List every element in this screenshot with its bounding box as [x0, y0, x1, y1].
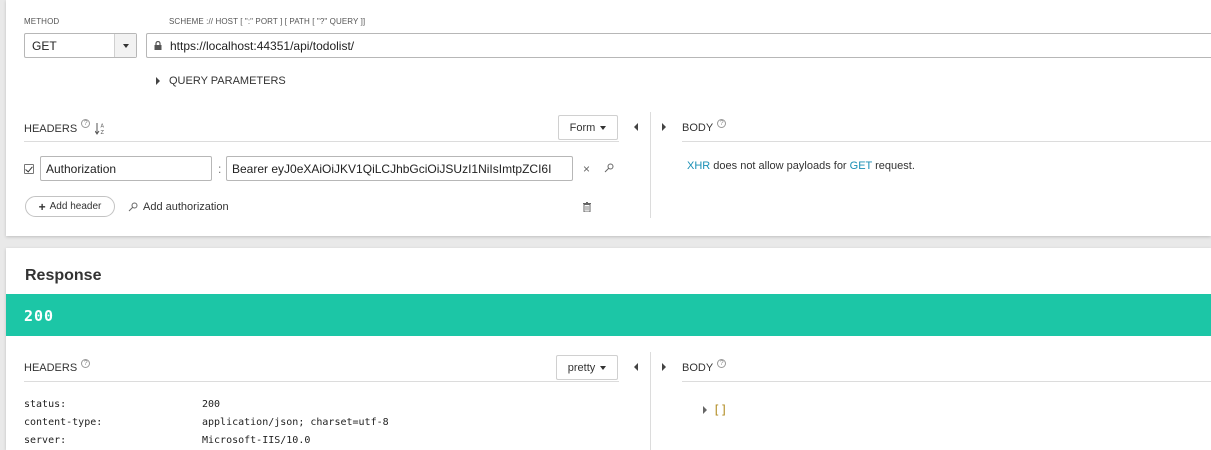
request-body-heading: BODY ? — [682, 118, 727, 134]
panel-splitter[interactable] — [650, 112, 651, 218]
response-body-label: BODY — [682, 362, 714, 374]
add-header-label: Add header — [49, 201, 102, 212]
help-icon[interactable]: ? — [81, 119, 91, 128]
response-header-key: content-type: — [24, 417, 103, 428]
chevron-down-icon — [123, 44, 129, 48]
pretty-mode-button[interactable]: pretty — [556, 355, 618, 380]
header-separator: : — [218, 162, 222, 176]
header-value-input[interactable]: Bearer eyJ0eXAiOiJKV1QiLCJhbGciOiJSUzI1N… — [226, 156, 573, 181]
request-headers-label: HEADERS — [24, 122, 78, 135]
header-name-value: Authorization — [46, 162, 117, 176]
sort-icon[interactable]: A Z — [95, 122, 106, 135]
response-body-heading: BODY ? — [682, 358, 727, 374]
body-message-end: request. — [872, 160, 915, 172]
chevron-down-icon — [600, 126, 607, 130]
collapse-right-icon[interactable] — [662, 363, 666, 371]
panel-splitter[interactable] — [650, 352, 651, 450]
response-header-value: 200 — [202, 399, 221, 410]
add-authorization-label: Add authorization — [143, 201, 229, 213]
form-mode-button[interactable]: Form — [558, 115, 618, 140]
add-header-button[interactable]: + Add header — [25, 196, 115, 217]
key-icon — [128, 202, 138, 212]
body-not-allowed-message: XHR does not allow payloads for GET requ… — [687, 160, 915, 172]
method-select[interactable]: GET — [24, 33, 137, 58]
url-label: SCHEME :// HOST [ ":" PORT ] [ PATH [ "?… — [169, 17, 366, 26]
collapse-left-icon[interactable] — [634, 123, 638, 131]
help-icon[interactable]: ? — [717, 118, 727, 128]
divider — [682, 141, 1211, 142]
url-input[interactable]: https://localhost:44351/api/todolist/ — [146, 33, 1211, 58]
request-body-label: BODY — [682, 122, 714, 134]
method-link[interactable]: GET — [850, 160, 872, 172]
lock-icon — [154, 41, 162, 50]
header-name-input[interactable]: Authorization — [40, 156, 212, 181]
svg-text:Z: Z — [101, 130, 105, 135]
xhr-link[interactable]: XHR — [687, 160, 710, 172]
json-array-value: [] — [713, 403, 728, 417]
body-message-middle: does not allow payloads for — [710, 160, 850, 172]
status-bar: 200 — [6, 294, 1211, 336]
json-tree-node[interactable]: [] — [703, 403, 727, 417]
response-header-value: application/json; charset=utf-8 — [202, 417, 389, 428]
divider — [24, 141, 619, 142]
key-icon[interactable] — [604, 163, 614, 173]
collapse-left-icon[interactable] — [634, 363, 638, 371]
header-enabled-checkbox[interactable] — [24, 164, 34, 174]
query-parameters-toggle[interactable]: QUERY PARAMETERS — [156, 75, 286, 87]
response-panel: Response 200 HEADERS ? pretty BODY ? sta… — [6, 248, 1211, 450]
pretty-mode-label: pretty — [567, 361, 596, 374]
form-mode-label: Form — [569, 121, 596, 134]
status-code: 200 — [24, 307, 55, 325]
method-label: METHOD — [24, 17, 60, 26]
help-icon[interactable]: ? — [717, 358, 727, 368]
request-panel: METHOD SCHEME :// HOST [ ":" PORT ] [ PA… — [6, 0, 1211, 236]
response-headers-label: HEADERS — [24, 362, 78, 374]
trash-icon[interactable] — [583, 202, 591, 212]
method-dropdown-toggle[interactable] — [114, 34, 136, 57]
chevron-down-icon — [600, 366, 607, 370]
response-header-key: server: — [24, 435, 67, 446]
response-headers-heading: HEADERS ? — [24, 358, 91, 374]
method-value: GET — [32, 39, 57, 53]
divider — [682, 381, 1211, 382]
response-title: Response — [25, 267, 102, 284]
url-value: https://localhost:44351/api/todolist/ — [170, 39, 355, 53]
request-headers-heading: HEADERS ? A Z — [24, 119, 106, 135]
collapse-right-icon[interactable] — [662, 123, 666, 131]
help-icon[interactable]: ? — [81, 358, 91, 368]
divider — [24, 381, 619, 382]
add-authorization-link[interactable]: Add authorization — [128, 201, 229, 213]
svg-text:A: A — [101, 124, 105, 130]
response-header-key: status: — [24, 399, 67, 410]
close-icon[interactable]: × — [583, 162, 590, 176]
expand-icon — [156, 77, 160, 85]
header-value-text: Bearer eyJ0eXAiOiJKV1QiLCJhbGciOiJSUzI1N… — [232, 162, 552, 176]
plus-icon: + — [38, 199, 46, 214]
response-header-value: Microsoft-IIS/10.0 — [202, 435, 311, 446]
query-parameters-label: QUERY PARAMETERS — [169, 75, 286, 87]
expand-icon — [703, 406, 707, 414]
